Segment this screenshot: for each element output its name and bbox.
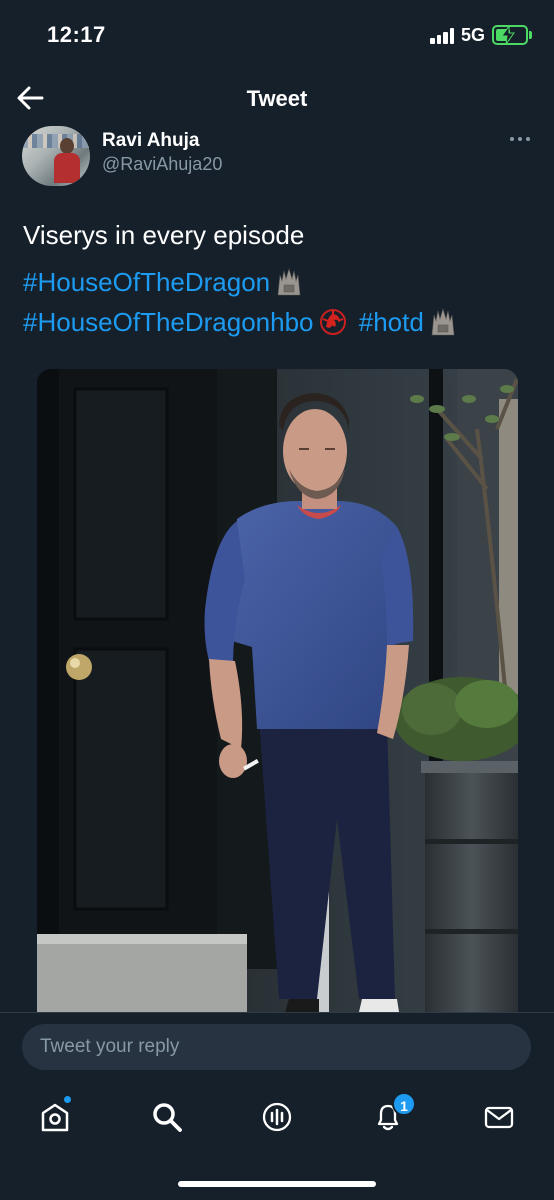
tweet-author: Ravi Ahuja @RaviAhuja20 [22,126,532,188]
spaces-icon[interactable] [260,1100,294,1134]
charging-bolt-icon [501,26,515,44]
author-handle[interactable]: @RaviAhuja20 [102,154,222,175]
home-unread-dot [63,1095,72,1104]
network-type: 5G [461,25,486,45]
tweet-hashtags: #HouseOfTheDragon #HouseOfTheDragonhbo #… [23,262,533,342]
hashtag-link[interactable]: #hotd [359,307,424,337]
hashtag-link[interactable]: #HouseOfTheDragon [23,267,270,297]
home-indicator [178,1181,376,1187]
avatar[interactable] [22,126,90,186]
header: Tweet [0,72,554,126]
status-time: 12:17 [47,22,106,47]
notification-badge: 1 [392,1092,416,1116]
photo-image [37,369,518,1012]
status-bar: 12:17 5G [0,0,554,70]
battery-tip [529,31,532,39]
author-name[interactable]: Ravi Ahuja [102,130,200,152]
more-horizontal-icon[interactable] [508,134,532,148]
search-icon[interactable] [150,1100,184,1134]
iron-throne-emoji [277,267,301,296]
page-title: Tweet [246,86,308,111]
reply-bar: Tweet your reply [0,1012,554,1086]
dragon-emblem-emoji [319,309,346,335]
iron-throne-emoji [431,307,455,336]
reply-input[interactable]: Tweet your reply [22,1024,531,1070]
signal-icon [430,28,456,44]
messages-icon[interactable] [482,1100,516,1134]
bottom-nav: 1 [0,1086,554,1200]
home-icon[interactable] [38,1100,72,1134]
tweet-text: Viserys in every episode [23,220,305,250]
tweet-photo[interactable] [37,369,518,1012]
hashtag-link[interactable]: #HouseOfTheDragonhbo [23,307,314,337]
